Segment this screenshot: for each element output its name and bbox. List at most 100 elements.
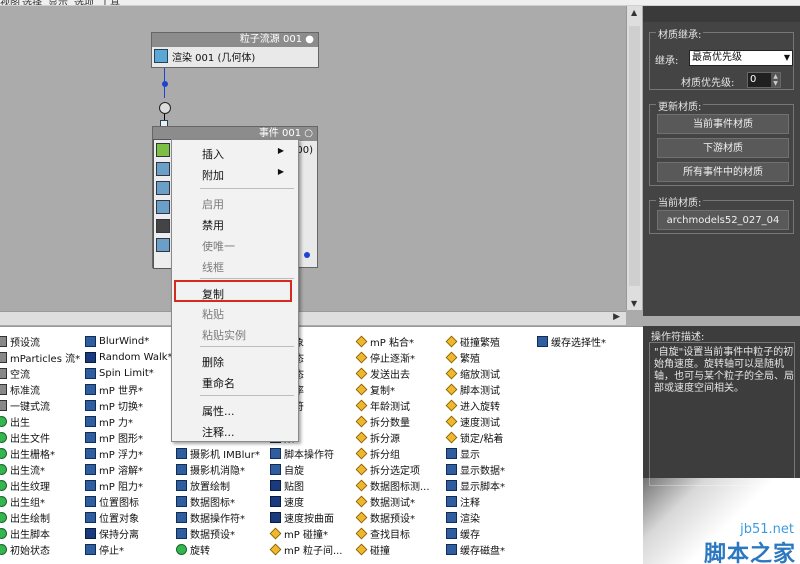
depot-item[interactable]: 自旋	[270, 461, 343, 477]
depot-item[interactable]: 缓存磁盘*	[446, 541, 505, 557]
depot-item[interactable]: 出生文件	[0, 429, 80, 445]
depot-item[interactable]: 数据预设*	[355, 509, 430, 525]
depot-item[interactable]: 查找目标	[355, 525, 430, 541]
depot-item[interactable]: 拆分源	[355, 429, 430, 445]
depot-item[interactable]: Random Walk*	[85, 349, 173, 365]
particle-view-canvas[interactable]: 粒子流源 001 ● 渲染 001 (几何体) 事件 001 ○ 00)	[0, 6, 614, 310]
depot-item[interactable]: mParticles 流*	[0, 349, 80, 365]
depot-item[interactable]: 碰撞繁殖	[445, 333, 505, 349]
depot-item[interactable]: 缩放测试	[445, 365, 505, 381]
depot-item[interactable]: 放置绘制	[176, 477, 260, 493]
depot-item[interactable]: 锁定/粘着	[445, 429, 505, 445]
depot-item[interactable]: 拆分组	[355, 445, 430, 461]
depot-item[interactable]: 旋转	[176, 541, 260, 557]
depot-item[interactable]: 预设流	[0, 333, 80, 349]
depot-item[interactable]: 速度按曲面	[270, 509, 343, 525]
depot-item[interactable]: BlurWind*	[85, 333, 173, 349]
canvas-horizontal-scrollbar[interactable]: ▶	[0, 311, 626, 325]
depot-item[interactable]: mP 粒子间...	[269, 541, 343, 557]
depot-item[interactable]: 出生组*	[0, 493, 80, 509]
depot-item[interactable]: 出生纹理	[0, 477, 80, 493]
depot-item[interactable]: 初始状态	[0, 541, 80, 557]
context-menu-item[interactable]: 附加 ▶	[202, 167, 292, 183]
depot-item[interactable]: 一键式流	[0, 397, 80, 413]
depot-item[interactable]: 缓存选择性*	[537, 333, 606, 349]
context-menu-item[interactable]: 重命名	[202, 375, 292, 391]
context-menu-item[interactable]: 禁用	[202, 217, 292, 233]
depot-item[interactable]: 数据测试*	[355, 493, 430, 509]
speed-icon[interactable]	[156, 181, 170, 195]
depot-item[interactable]: 数据图标测...	[355, 477, 430, 493]
depot-item[interactable]: 数据操作符*	[176, 509, 260, 525]
event-output-dot[interactable]	[304, 252, 310, 258]
depot-item[interactable]: mP 粘合*	[355, 333, 430, 349]
depot-item[interactable]: 显示	[446, 445, 505, 461]
depot-item[interactable]: 停止*	[85, 541, 173, 557]
canvas-vertical-scrollbar[interactable]: ▲ ▼	[626, 6, 642, 310]
rotation-icon[interactable]	[156, 200, 170, 214]
depot-item[interactable]: Spin Limit*	[85, 365, 173, 381]
shape-icon[interactable]	[156, 219, 170, 233]
scroll-up-icon[interactable]: ▲	[631, 8, 637, 17]
context-menu-item[interactable]: 启用	[202, 196, 292, 212]
depot-item[interactable]: mP 碰撞*	[269, 525, 343, 541]
depot-item[interactable]: 碰撞	[355, 541, 430, 557]
inherit-select[interactable]: 最高优先级 ▼	[689, 50, 793, 66]
depot-item[interactable]: 进入旋转	[445, 397, 505, 413]
scroll-down-icon[interactable]: ▼	[631, 299, 637, 308]
scroll-right-icon[interactable]: ▶	[613, 312, 620, 322]
depot-item[interactable]: 保持分离	[85, 525, 173, 541]
depot-item[interactable]: 注释	[446, 493, 505, 509]
depot-item[interactable]: 出生脚本	[0, 525, 80, 541]
depot-item[interactable]: 停止逐渐*	[355, 349, 430, 365]
depot-item[interactable]: 标准流	[0, 381, 80, 397]
scroll-thumb[interactable]	[629, 26, 640, 286]
context-menu-item[interactable]: 插入 ▶	[202, 146, 292, 162]
context-menu-item[interactable]: 属性...	[202, 403, 292, 419]
depot-item[interactable]: 位置对象	[85, 509, 173, 525]
depot-item[interactable]: 拆分选定项	[355, 461, 430, 477]
depot-item[interactable]: mP 阻力*	[85, 477, 173, 493]
depot-item[interactable]: 数据预设*	[176, 525, 260, 541]
downstream-material-button[interactable]: 下游材质	[657, 138, 789, 158]
source-node-render-row[interactable]: 渲染 001 (几何体)	[152, 47, 318, 65]
depot-item[interactable]: 显示数据*	[446, 461, 505, 477]
source-node[interactable]: 粒子流源 001 ● 渲染 001 (几何体)	[151, 32, 319, 68]
depot-item[interactable]: 出生流*	[0, 461, 80, 477]
depot-item[interactable]: 数据图标*	[176, 493, 260, 509]
spinner-arrows-icon[interactable]: ▲ ▼	[771, 73, 780, 87]
context-menu-item[interactable]: 粘贴实例	[202, 327, 292, 343]
depot-item[interactable]: 显示脚本*	[446, 477, 505, 493]
context-menu-item[interactable]: 粘贴	[202, 306, 292, 322]
depot-item[interactable]: 拆分数量	[355, 413, 430, 429]
depot-item[interactable]: 出生绘制	[0, 509, 80, 525]
position-icon[interactable]	[156, 162, 170, 176]
output-connector[interactable]	[159, 102, 171, 114]
display-icon[interactable]	[156, 238, 170, 252]
depot-item[interactable]: mP 浮力*	[85, 445, 173, 461]
depot-item[interactable]: 空流	[0, 365, 80, 381]
depot-item[interactable]: mP 世界*	[85, 381, 173, 397]
context-menu-item[interactable]: 线框	[202, 259, 292, 275]
all-events-material-button[interactable]: 所有事件中的材质	[657, 162, 789, 182]
depot-item[interactable]: 摄影机 IMBlur*	[176, 445, 260, 461]
context-menu-item[interactable]: 删除	[202, 354, 292, 370]
depot-item[interactable]: 速度测试	[445, 413, 505, 429]
depot-item[interactable]: 脚本测试	[445, 381, 505, 397]
depot-item[interactable]: 复制*	[355, 381, 430, 397]
context-menu-item[interactable]: 注释...	[202, 424, 292, 440]
depot-item[interactable]: 出生栅格*	[0, 445, 80, 461]
depot-item[interactable]: 位置图标	[85, 493, 173, 509]
current-material-button[interactable]: archmodels52_027_04	[657, 210, 789, 230]
depot-item[interactable]: 发送出去	[355, 365, 430, 381]
depot-item[interactable]: 繁殖	[445, 349, 505, 365]
depot-item[interactable]: 年龄测试	[355, 397, 430, 413]
bulb-icon[interactable]: ●	[305, 34, 314, 45]
priority-spinner[interactable]: 0 ▲ ▼	[747, 72, 781, 88]
depot-item[interactable]: 脚本操作符	[270, 445, 343, 461]
depot-item[interactable]: mP 溶解*	[85, 461, 173, 477]
bulb-icon[interactable]: ○	[304, 128, 313, 139]
depot-item[interactable]: 摄影机消隐*	[176, 461, 260, 477]
depot-item[interactable]: 速度	[270, 493, 343, 509]
depot-item[interactable]: 贴图	[270, 477, 343, 493]
